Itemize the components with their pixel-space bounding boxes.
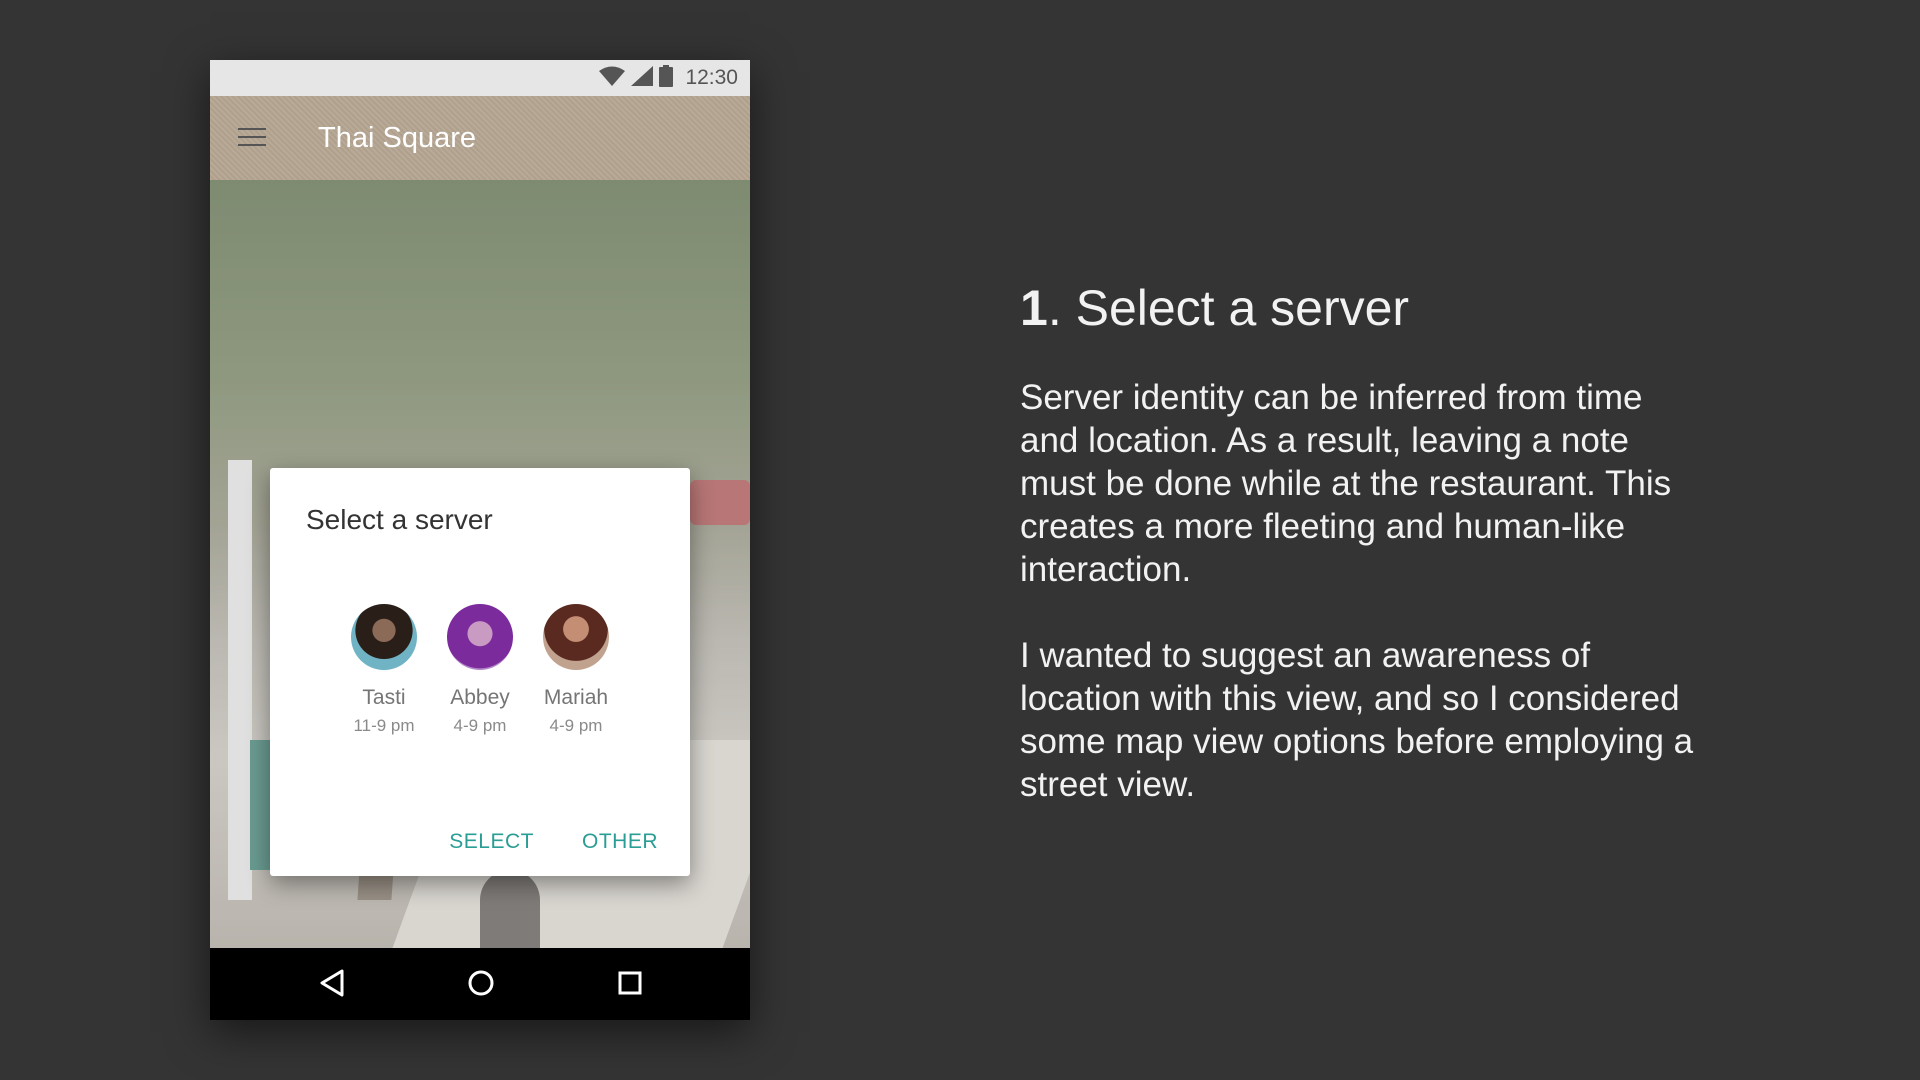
server-option-mariah[interactable]: Mariah 4-9 pm <box>543 604 609 736</box>
android-nav-bar <box>210 948 750 1020</box>
select-server-dialog: Select a server Tasti 11-9 pm Abbey 4-9 … <box>270 468 690 876</box>
back-icon[interactable] <box>318 968 346 1003</box>
dialog-title: Select a server <box>306 504 493 535</box>
app-bar: Thai Square <box>210 96 750 180</box>
status-bar: 12:30 <box>210 60 750 96</box>
signal-icon <box>631 65 654 91</box>
server-hours: 4-9 pm <box>453 716 507 735</box>
server-name: Tasti <box>362 686 406 709</box>
other-button[interactable]: OTHER <box>582 830 658 854</box>
step-heading: 1. Select a server <box>1020 278 1700 338</box>
step-number: 1 <box>1020 280 1048 336</box>
street-view-image: Select a server Tasti 11-9 pm Abbey 4-9 … <box>210 180 750 950</box>
wifi-icon <box>599 66 626 91</box>
server-option-tasti[interactable]: Tasti 11-9 pm <box>351 604 417 736</box>
dialog-actions: SELECT OTHER <box>449 830 658 854</box>
home-icon[interactable] <box>466 968 496 1003</box>
avatar <box>351 604 417 670</box>
description-paragraph-2: I wanted to suggest an awareness of loca… <box>1020 636 1694 804</box>
step-title: . Select a server <box>1047 280 1410 336</box>
description-panel: 1. Select a server Server identity can b… <box>1020 278 1700 806</box>
status-time: 12:30 <box>685 66 738 89</box>
server-hours: 4-9 pm <box>549 716 603 735</box>
server-name: Mariah <box>543 686 609 709</box>
recents-icon[interactable] <box>616 968 644 1003</box>
server-name: Abbey <box>450 686 510 709</box>
server-list: Tasti 11-9 pm Abbey 4-9 pm Mariah 4-9 pm <box>270 604 690 736</box>
app-title: Thai Square <box>318 122 476 154</box>
server-hours: 11-9 pm <box>353 716 415 735</box>
phone-mockup: 12:30 Thai Square Select a server Tasti … <box>210 60 750 1020</box>
avatar <box>543 604 609 670</box>
description-paragraph-1: Server identity can be inferred from tim… <box>1020 378 1672 589</box>
server-option-abbey[interactable]: Abbey 4-9 pm <box>447 604 513 736</box>
avatar <box>447 604 513 670</box>
select-button[interactable]: SELECT <box>449 830 534 854</box>
hamburger-menu-icon[interactable] <box>238 128 266 148</box>
battery-icon <box>659 64 674 92</box>
